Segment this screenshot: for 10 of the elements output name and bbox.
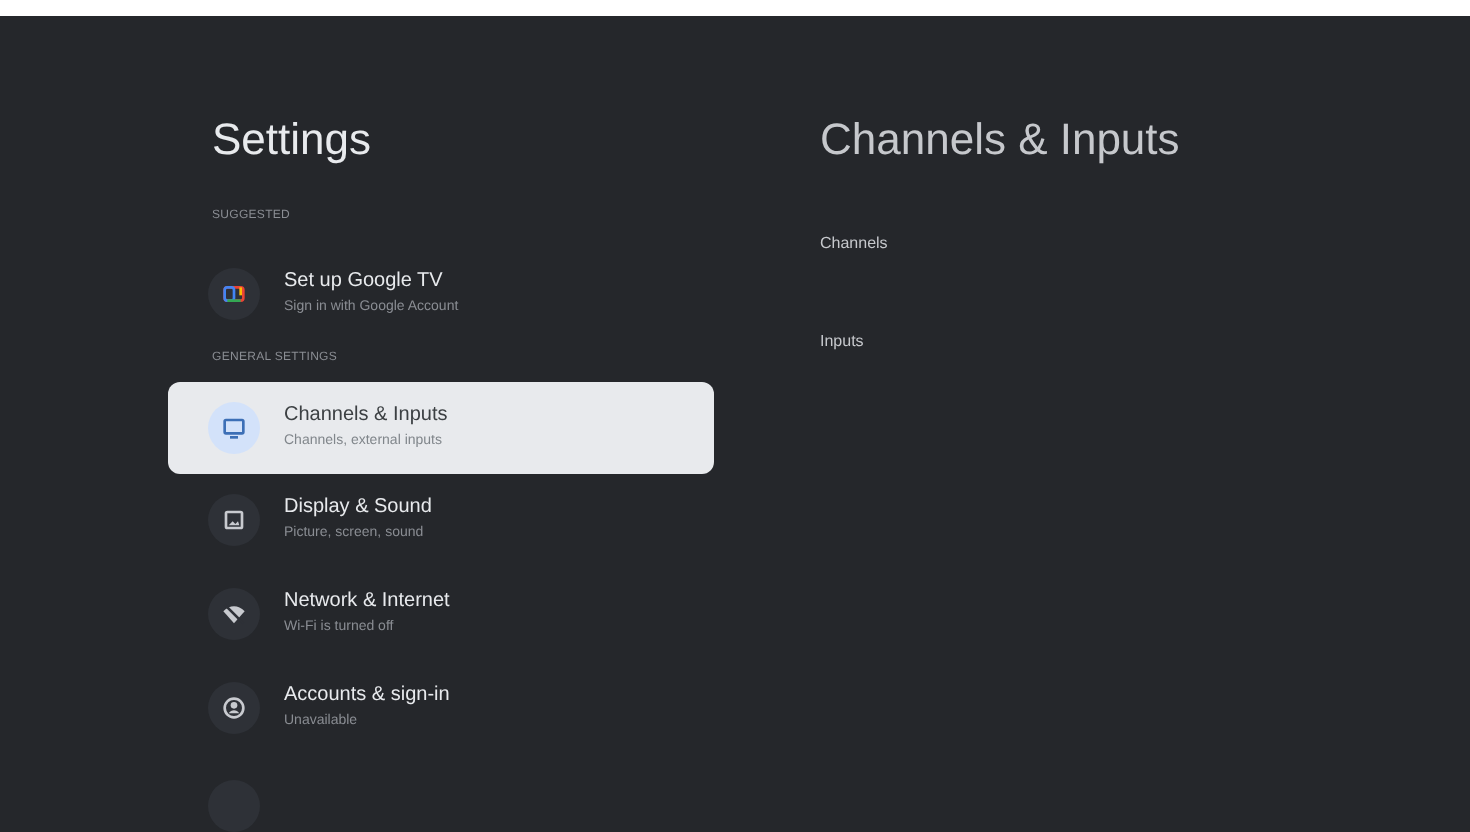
menu-item[interactable]: Channels bbox=[820, 232, 1470, 256]
page-title: Settings bbox=[212, 112, 373, 168]
item-title: Display & Sound bbox=[284, 494, 432, 523]
item-title: Set up Google TV bbox=[284, 267, 445, 296]
panel-title: Channels & Inputs bbox=[820, 112, 1182, 168]
account-icon bbox=[218, 692, 250, 725]
menu-item[interactable]: Inputs bbox=[820, 330, 1470, 354]
item-title: Network & Internet bbox=[284, 588, 450, 617]
item-title: Channels & Inputs bbox=[284, 401, 448, 430]
item-title: Accounts & sign-in bbox=[284, 682, 450, 711]
